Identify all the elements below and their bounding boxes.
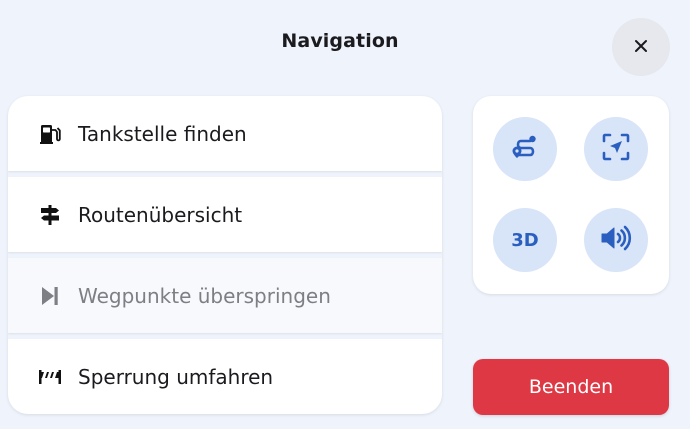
road-barrier-icon	[38, 365, 62, 389]
close-button[interactable]	[612, 18, 670, 76]
recenter-button[interactable]	[584, 117, 648, 181]
route-button[interactable]	[493, 117, 557, 181]
navigation-menu: Tankstelle finden Routenübersicht Wegpun…	[8, 96, 442, 414]
skip-next-icon	[38, 284, 62, 308]
menu-item-label: Tankstelle finden	[78, 121, 247, 146]
page-title: Navigation	[281, 30, 399, 52]
fuel-pump-icon	[38, 122, 62, 146]
sound-button[interactable]	[584, 208, 648, 272]
recenter-location-icon	[601, 132, 631, 166]
quick-actions-panel: 3D	[473, 96, 669, 294]
menu-item-label: Routenübersicht	[78, 202, 243, 227]
signpost-icon	[38, 203, 62, 227]
route-icon	[510, 132, 540, 166]
view-3d-label: 3D	[511, 229, 539, 251]
close-icon	[634, 38, 648, 57]
volume-icon	[599, 223, 633, 257]
end-navigation-button[interactable]: Beenden	[473, 359, 669, 415]
view-3d-button[interactable]: 3D	[493, 208, 557, 272]
menu-item-find-gas-station[interactable]: Tankstelle finden	[8, 96, 442, 171]
menu-item-label: Sperrung umfahren	[78, 364, 274, 389]
menu-item-skip-waypoints[interactable]: Wegpunkte überspringen	[8, 258, 442, 333]
menu-item-avoid-closure[interactable]: Sperrung umfahren	[8, 339, 442, 414]
menu-item-route-overview[interactable]: Routenübersicht	[8, 177, 442, 252]
menu-item-label: Wegpunkte überspringen	[78, 283, 331, 308]
